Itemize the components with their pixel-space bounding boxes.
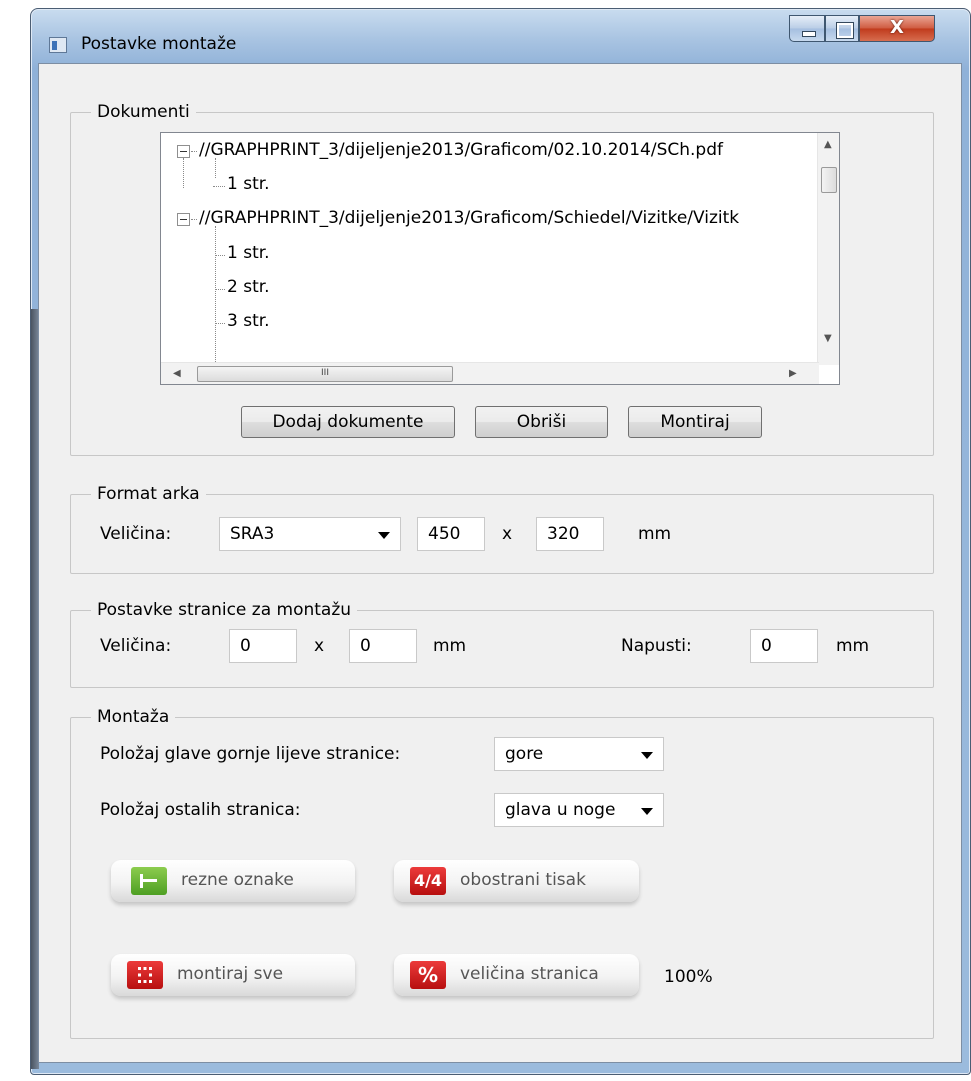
sheet-times-label: x: [502, 524, 513, 544]
page-times-label: x: [314, 636, 325, 656]
close-button[interactable]: X: [859, 15, 935, 42]
sheet-size-label: Veličina:: [100, 524, 172, 544]
chevron-down-icon: [641, 808, 653, 815]
crop-marks-icon: [131, 867, 167, 895]
scroll-right-icon[interactable]: ▶: [789, 368, 797, 379]
close-icon: X: [890, 17, 904, 38]
sheet-width-input[interactable]: [417, 517, 485, 551]
page-unit-label: mm: [433, 636, 467, 656]
sheet-height-input[interactable]: [536, 517, 604, 551]
percent-icon: %: [410, 961, 446, 989]
other-pages-select[interactable]: glava u noge: [494, 793, 664, 827]
head-position-select[interactable]: gore: [494, 737, 664, 771]
dialog-client-area: Dokumenti //GRAPHPRINT_3/dijeljenje2013/…: [38, 63, 962, 1063]
bleed-input[interactable]: [750, 629, 818, 663]
head-position-label: Položaj glave gornje lijeve stranice:: [100, 744, 401, 764]
app-icon: [49, 37, 67, 53]
collapse-icon[interactable]: [177, 145, 190, 158]
page-settings-legend: Postavke stranice za montažu: [97, 600, 352, 620]
documents-tree[interactable]: //GRAPHPRINT_3/dijeljenje2013/Graficom/0…: [160, 132, 840, 385]
sheet-format-legend: Format arka: [97, 484, 200, 504]
chevron-down-icon: [641, 752, 653, 759]
grid-dots-icon: [127, 961, 163, 989]
documents-legend: Dokumenti: [97, 102, 190, 122]
add-documents-button[interactable]: Dodaj dokumente: [241, 406, 455, 438]
page-size-label: Veličina:: [100, 636, 172, 656]
vertical-scroll-thumb[interactable]: [821, 167, 837, 193]
duplex-print-button[interactable]: 4/4 obostrani tisak: [394, 860, 639, 902]
mount-all-button[interactable]: montiraj sve: [111, 954, 355, 996]
vertical-scrollbar[interactable]: ▲ ▼: [817, 133, 839, 365]
bleed-label: Napusti:: [621, 636, 692, 656]
scroll-left-icon[interactable]: ◀: [173, 368, 181, 379]
duplex-icon: 4/4: [410, 867, 446, 895]
delete-button[interactable]: Obriši: [475, 406, 608, 438]
horizontal-scroll-thumb[interactable]: III: [197, 366, 453, 382]
page-size-button[interactable]: % veličina stranica: [394, 954, 639, 996]
minimize-button[interactable]: [789, 15, 825, 42]
crop-marks-button[interactable]: rezne oznake: [111, 860, 355, 902]
mounting-legend: Montaža: [97, 707, 170, 727]
bleed-unit-label: mm: [836, 636, 870, 656]
page-width-input[interactable]: [229, 629, 297, 663]
maximize-button[interactable]: [825, 15, 859, 42]
scale-value: 100%: [664, 967, 713, 987]
mount-button[interactable]: Montiraj: [628, 406, 762, 438]
collapse-icon[interactable]: [177, 213, 190, 226]
chevron-down-icon: [378, 532, 390, 539]
horizontal-scrollbar[interactable]: ◀ III ▶: [161, 362, 819, 384]
window-title: Postavke montaže: [81, 34, 237, 54]
sheet-preset-select[interactable]: SRA3: [219, 517, 401, 551]
scroll-down-icon[interactable]: ▼: [824, 333, 832, 344]
sheet-unit-label: mm: [638, 524, 672, 544]
scroll-up-icon[interactable]: ▲: [824, 139, 832, 150]
other-pages-label: Položaj ostalih stranica:: [100, 800, 301, 820]
page-height-input[interactable]: [349, 629, 417, 663]
